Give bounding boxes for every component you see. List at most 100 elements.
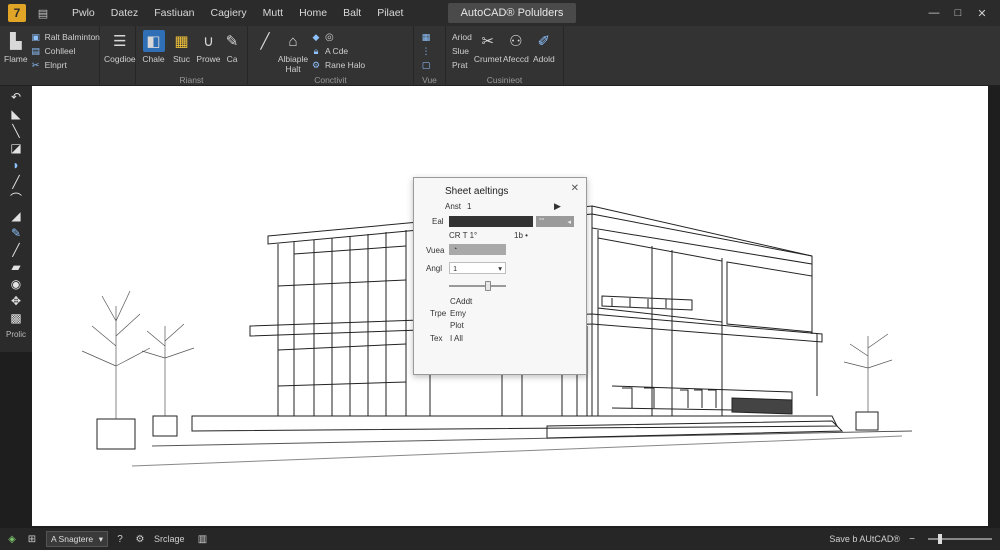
layout-tab-label: A Snagtere bbox=[51, 534, 94, 544]
close-icon[interactable]: ✕ bbox=[970, 0, 994, 26]
line-tool-icon[interactable]: ╱ bbox=[5, 173, 27, 190]
zoom-slider-handle[interactable] bbox=[938, 534, 942, 544]
vuea-field[interactable]: ◔ bbox=[449, 244, 506, 255]
eyedropper-icon[interactable]: ✎ bbox=[5, 224, 27, 241]
color-value-field[interactable]: °° ◂ bbox=[536, 216, 574, 227]
sheet-settings-dialog: Sheet aeltings ✕ Anst 1 ▶ Eal °° ◂ CR T 1… bbox=[413, 177, 587, 375]
link-icon: ⚇ bbox=[509, 33, 523, 50]
lock-icon: 🔒︎ bbox=[313, 45, 319, 56]
flame-button[interactable]: ▙ Flame bbox=[4, 28, 28, 74]
tex-value: I All bbox=[450, 334, 463, 343]
dialog-title: Sheet aeltings bbox=[445, 186, 509, 197]
diamond-tool[interactable]: ◆ ◎ bbox=[310, 30, 365, 44]
eraser-icon[interactable]: ▰ bbox=[5, 258, 27, 275]
conctivit-small-tools: ◆ ◎ 🔒︎ A Cde ⚙ Rane Halo bbox=[308, 28, 367, 74]
app-logo-icon[interactable]: 7 bbox=[8, 4, 26, 22]
angl-select[interactable]: 1 ▾ bbox=[449, 262, 506, 274]
plot-button[interactable]: Plot bbox=[450, 321, 464, 330]
ca-label: Ca bbox=[226, 54, 238, 64]
ue-button[interactable]: ▦ bbox=[420, 30, 435, 44]
slue-label: Slue bbox=[452, 46, 470, 56]
a-cde-button[interactable]: 🔒︎ A Cde bbox=[310, 44, 365, 58]
arc-tool-icon[interactable]: ⌒ bbox=[5, 190, 27, 207]
menu-item-7[interactable]: Balt bbox=[335, 0, 369, 26]
lock-status-icon[interactable]: ▥ bbox=[195, 531, 211, 547]
vue-small-tools: ▦ ⋮ ▢ bbox=[418, 28, 437, 74]
window-controls: — □ ✕ bbox=[922, 0, 994, 26]
layer-icon: ◧ bbox=[142, 30, 165, 52]
line-button[interactable]: ╱ bbox=[252, 28, 278, 74]
pen-icon[interactable]: ╲ bbox=[5, 122, 27, 139]
prowe-label: Prowe bbox=[196, 54, 221, 64]
halt-label: Halt bbox=[285, 64, 301, 74]
folder-icon: ▤ bbox=[31, 45, 40, 56]
color-bar[interactable] bbox=[449, 216, 533, 227]
albiaple-button[interactable]: ⌂ Albiaple Halt bbox=[277, 28, 309, 75]
layout-tab-dropdown[interactable]: A Snagtere ▾ bbox=[46, 531, 108, 547]
afeccd-label: Afeccd bbox=[502, 54, 529, 64]
dialog-slider-track[interactable] bbox=[449, 285, 506, 287]
dialog-close-icon[interactable]: ✕ bbox=[571, 183, 579, 194]
zoom-out-icon[interactable]: − bbox=[904, 531, 920, 547]
ralt-balminton-button[interactable]: ▣ Ralt Balminton bbox=[30, 30, 100, 44]
slue-button[interactable]: Slue bbox=[452, 44, 472, 58]
menu-item-1[interactable]: Pwlo bbox=[64, 0, 103, 26]
play-arrow-icon[interactable]: ▶ bbox=[554, 201, 561, 212]
dots-icon: ⋮ bbox=[421, 45, 431, 56]
elnprt-button[interactable]: ✂ Elnprt bbox=[30, 58, 100, 72]
rane-halo-button[interactable]: ⚙ Rane Halo bbox=[310, 58, 365, 72]
uls-button[interactable]: ⋮ bbox=[420, 44, 435, 58]
sheet-icon: ▦ bbox=[174, 33, 189, 50]
menu-item-8[interactable]: Pilaet bbox=[369, 0, 411, 26]
line-icon: ╱ bbox=[260, 33, 270, 50]
gear-icon: ⚙ bbox=[311, 59, 321, 70]
albiaple-label: Albiaple bbox=[277, 54, 309, 64]
prat-button[interactable]: Prat bbox=[452, 58, 472, 72]
stuc-button[interactable]: ▦ Stuc bbox=[167, 28, 196, 74]
type-label: Trpe bbox=[430, 309, 447, 318]
quick-access-menu-icon[interactable]: ▤ bbox=[36, 6, 50, 20]
ribbon-panel-cusinieot: Ariod Slue Prat ✂ Crumet ⚇ Afeccd ✐ Adol… bbox=[446, 26, 564, 86]
left-toolbar: ↶ ◣ ╲ ◪ ◗ ╱ ⌒ ◢ ✎ ╱ ▰ ◉ ✥ ▩ Prolic bbox=[0, 86, 32, 352]
chale-button[interactable]: ◧ Chale bbox=[140, 28, 167, 74]
bucket-icon[interactable]: ◪ bbox=[5, 139, 27, 156]
ariod-button[interactable]: Ariod bbox=[452, 30, 472, 44]
cogdioe-button[interactable]: ☰ Cogdioe bbox=[104, 28, 136, 74]
fen-button[interactable]: ▢ bbox=[420, 58, 435, 72]
afeccd-button[interactable]: ⚇ Afeccd bbox=[502, 28, 530, 74]
dialog-slider-handle[interactable] bbox=[485, 281, 491, 291]
menu-item-5[interactable]: Mutt bbox=[255, 0, 291, 26]
back-arrow-icon[interactable]: ↶ bbox=[5, 88, 27, 105]
cohlleel-button[interactable]: ▤ Cohlleel bbox=[30, 44, 100, 58]
grid-toggle-icon[interactable]: ⊞ bbox=[24, 531, 40, 547]
menu-item-3[interactable]: Fastiuan bbox=[146, 0, 202, 26]
tools-icon: ✂ bbox=[31, 59, 40, 70]
model-space-icon[interactable]: ◈ bbox=[4, 531, 20, 547]
menu-item-2[interactable]: Datez bbox=[103, 0, 146, 26]
status-bar: ◈ ⊞ A Snagtere ▾ ? ⚙ Srclage ▥ Save b AUt… bbox=[0, 528, 1000, 550]
block-icon[interactable]: ▩ bbox=[5, 309, 27, 326]
prowe-button[interactable]: ∪ Prowe bbox=[196, 28, 221, 74]
maximize-icon[interactable]: □ bbox=[946, 0, 970, 26]
ribbon-panel-vue: ▦ ⋮ ▢ Vue bbox=[414, 26, 446, 86]
conctivit-panel-title: Conctivit bbox=[314, 75, 347, 85]
stepper-icon: ◂ bbox=[567, 218, 571, 226]
settings-icon[interactable]: ⚙ bbox=[132, 531, 148, 547]
menu-item-4[interactable]: Cagiery bbox=[202, 0, 254, 26]
page-icon[interactable]: ◣ bbox=[5, 105, 27, 122]
circle-icon[interactable]: ◉ bbox=[5, 275, 27, 292]
status-item-2[interactable]: Srclage bbox=[154, 534, 185, 544]
shape-icon[interactable]: ◗ bbox=[5, 156, 27, 173]
menu-item-6[interactable]: Home bbox=[291, 0, 335, 26]
zoom-slider[interactable] bbox=[928, 534, 992, 544]
hatch-icon[interactable]: ◢ bbox=[5, 207, 27, 224]
crumet-button[interactable]: ✂ Crumet bbox=[474, 28, 502, 74]
move-icon[interactable]: ✥ bbox=[5, 292, 27, 309]
polyline-icon[interactable]: ╱ bbox=[5, 241, 27, 258]
help-icon[interactable]: ? bbox=[112, 531, 128, 547]
adold-button[interactable]: ✐ Adold bbox=[530, 28, 558, 74]
angl-value: 1 bbox=[453, 263, 458, 273]
cr-row: CR T 1° bbox=[449, 231, 478, 240]
ca-button[interactable]: ✎ Ca bbox=[221, 28, 243, 74]
minimize-icon[interactable]: — bbox=[922, 0, 946, 26]
